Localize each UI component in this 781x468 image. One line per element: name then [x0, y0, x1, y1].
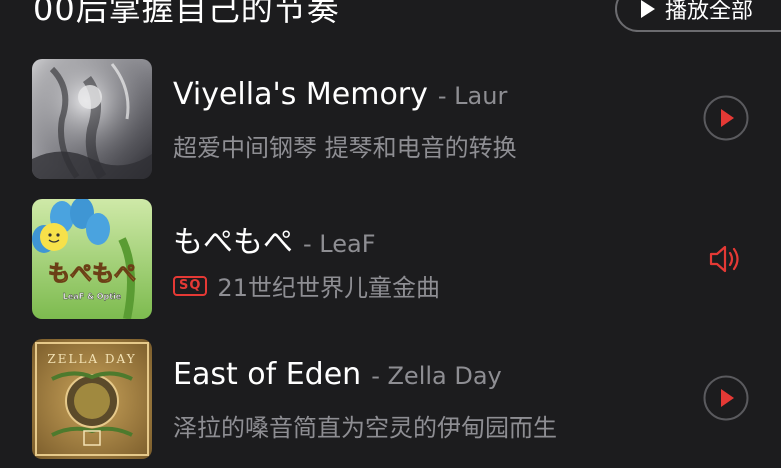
section-title: 00后掌握自己的节奏	[33, 0, 340, 28]
album-cover	[32, 59, 152, 179]
song-artist: - Zella Day	[371, 362, 502, 390]
now-playing-speaker-icon[interactable]	[707, 240, 745, 278]
song-row[interactable]: Viyella's Memory - Laur 超爱中间钢琴 提琴和电音的转换	[0, 59, 781, 179]
song-artist: - Laur	[437, 82, 508, 110]
song-subtitle: 超爱中间钢琴 提琴和电音的转换	[173, 134, 517, 162]
album-cover: もぺもぺ LeaF & Optie	[32, 199, 152, 319]
album-cover: ZELLA DAY	[32, 339, 152, 459]
song-title: East of Eden	[173, 357, 362, 392]
song-row[interactable]: ZELLA DAY East of Eden - Zella Day 泽拉的嗓音简…	[0, 339, 781, 459]
play-all-label: 播放全部	[665, 0, 754, 24]
sq-badge: SQ	[173, 275, 208, 296]
song-artist: - LeaF	[303, 230, 376, 258]
svg-text:もぺもぺ: もぺもぺ	[48, 262, 136, 287]
song-row[interactable]: もぺもぺ LeaF & Optie もぺもぺ - LeaF SQ 21世纪世界儿童…	[0, 199, 781, 319]
svg-text:LeaF & Optie: LeaF & Optie	[63, 292, 122, 301]
song-title: Viyella's Memory	[173, 77, 428, 112]
play-circle-icon	[703, 375, 749, 421]
song-title: もぺもぺ	[173, 225, 293, 260]
play-button[interactable]	[703, 95, 749, 141]
play-all-button[interactable]: 播放全部	[615, 0, 781, 32]
play-circle-icon	[703, 95, 749, 141]
svg-text:ZELLA DAY: ZELLA DAY	[47, 352, 136, 366]
song-subtitle: 泽拉的嗓音简直为空灵的伊甸园而生	[173, 414, 557, 442]
song-subtitle: 21世纪世界儿童金曲	[217, 274, 440, 302]
play-icon	[641, 0, 655, 18]
play-button[interactable]	[703, 375, 749, 421]
